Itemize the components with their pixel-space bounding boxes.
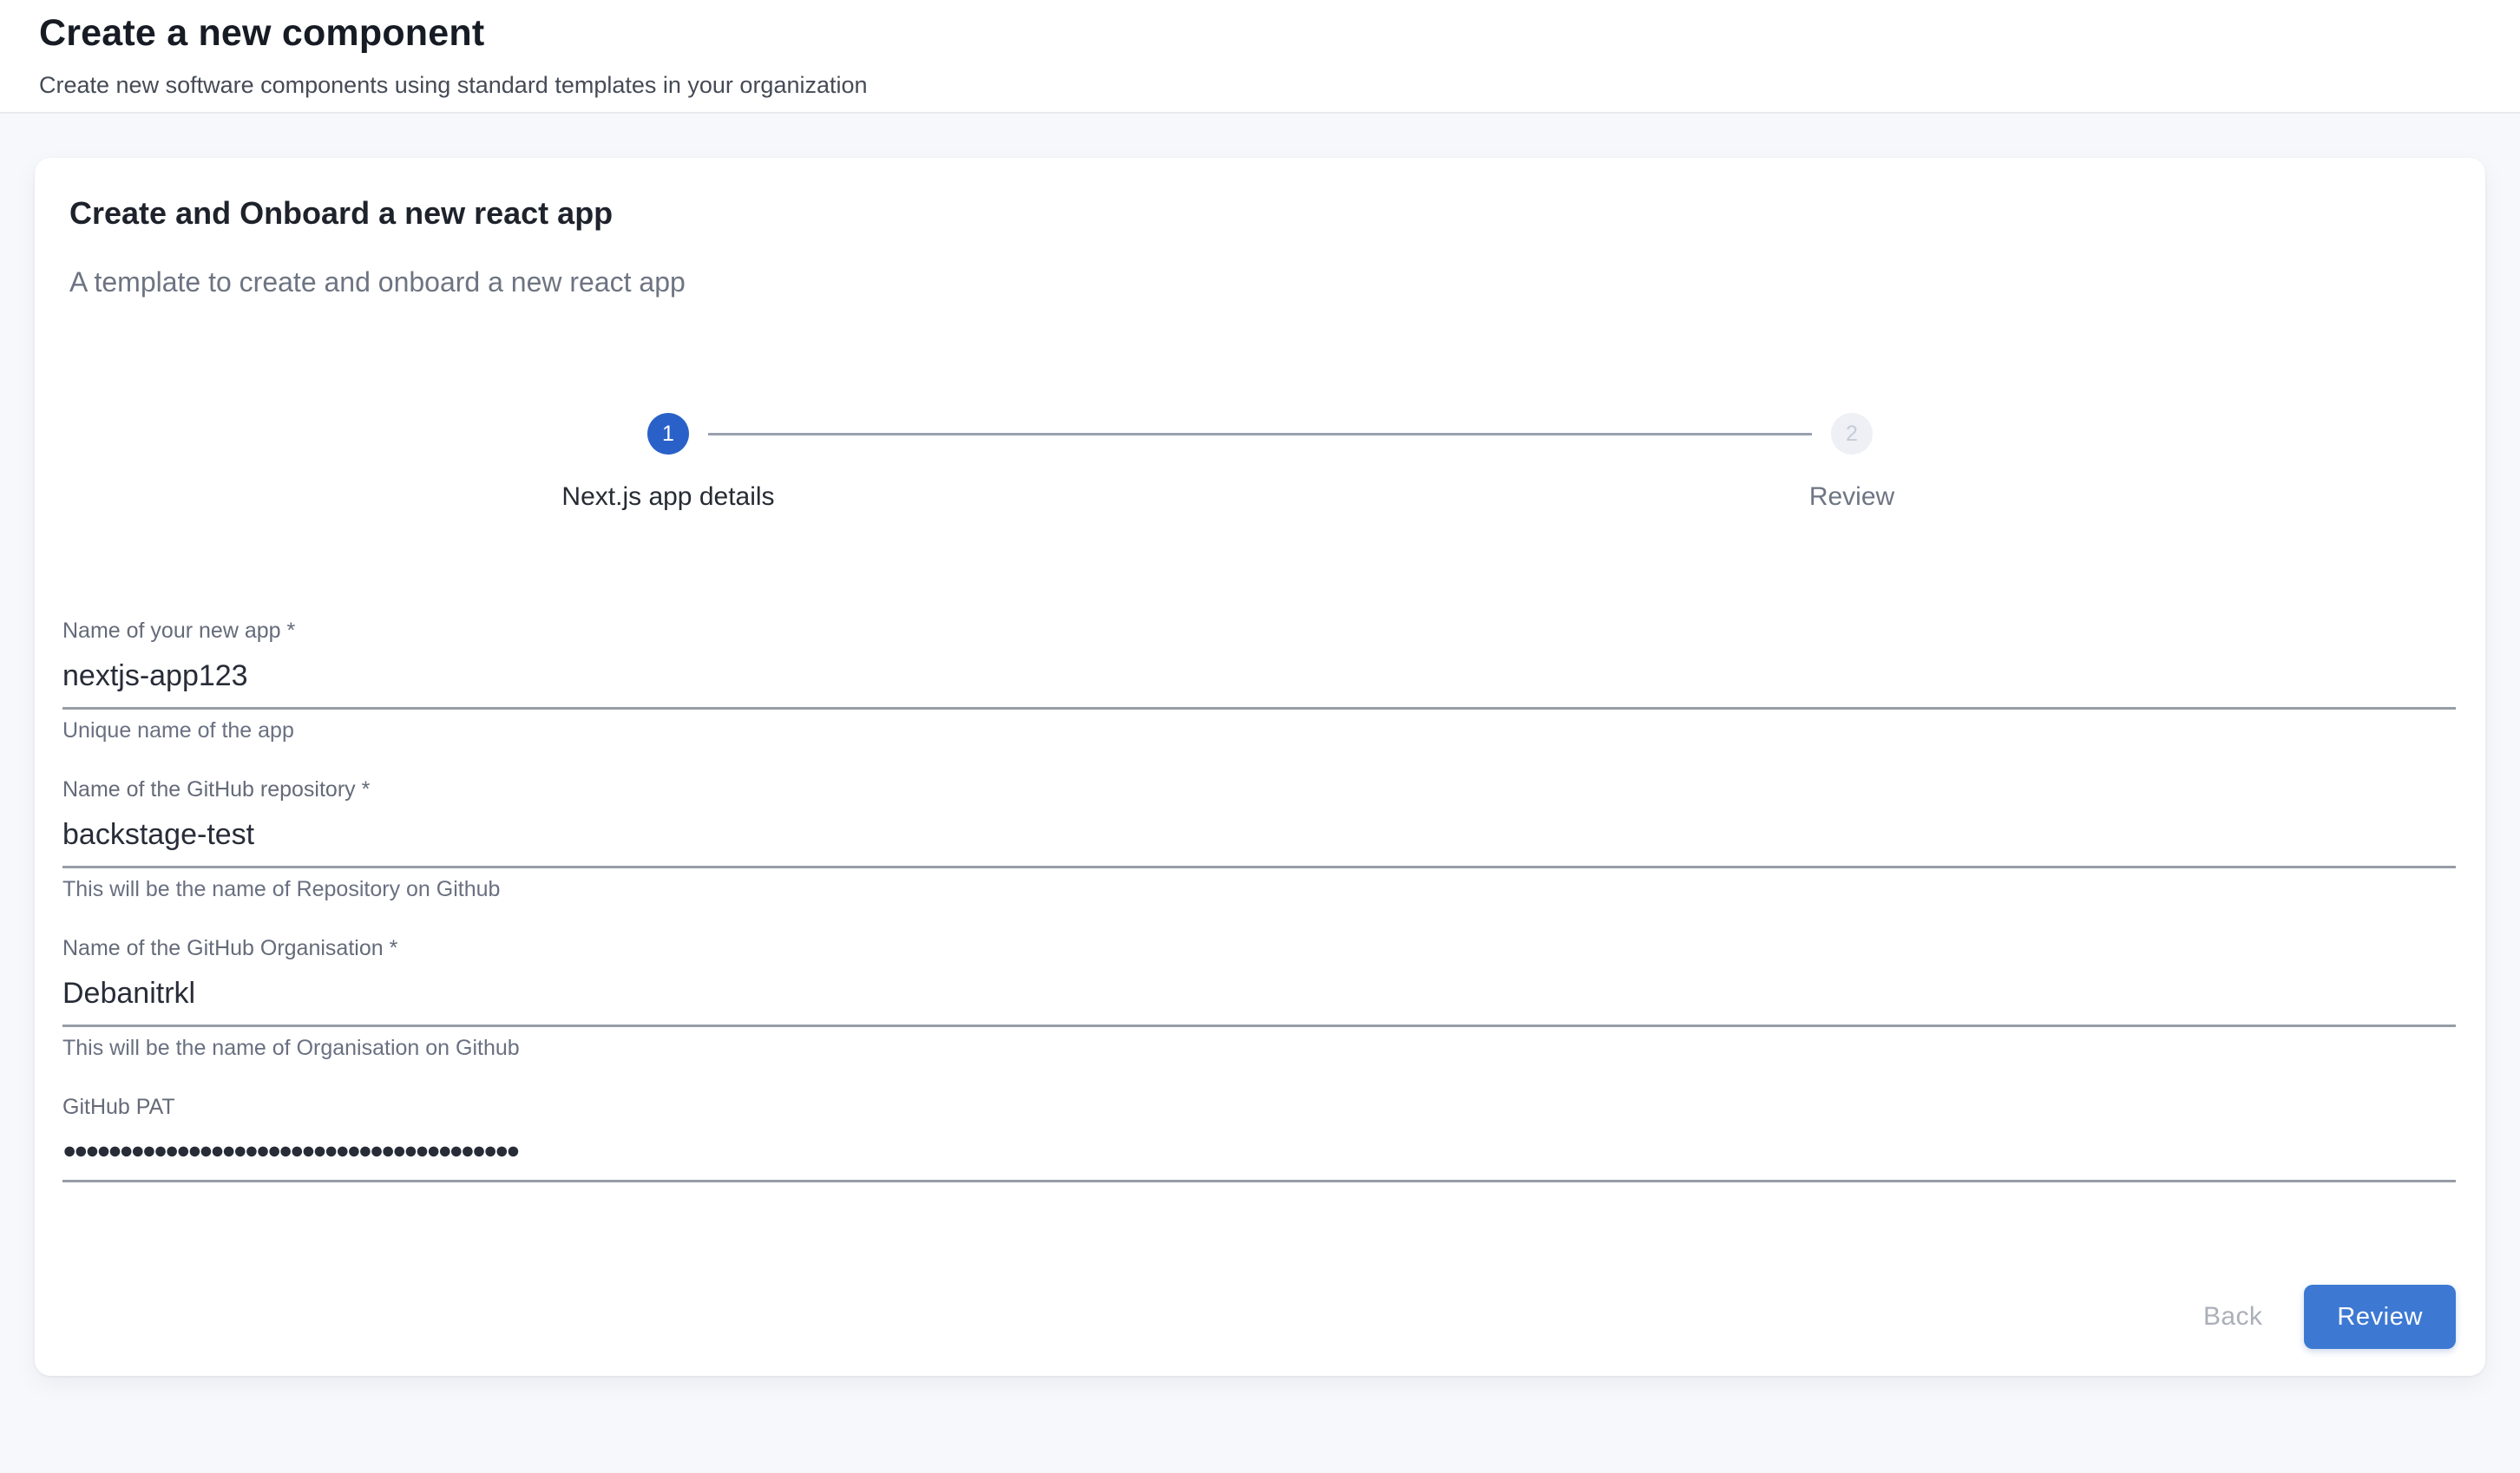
app-name-label: Name of your new app * [62, 619, 2456, 644]
page-subtitle: Create new software components using sta… [39, 72, 2481, 99]
review-button[interactable]: Review [2304, 1285, 2456, 1349]
step-1-indicator: 1 [647, 413, 689, 455]
app-name-helper: Unique name of the app [62, 718, 2456, 743]
step-review: 2 Review [1260, 413, 2444, 512]
form-actions: Back Review [64, 1285, 2456, 1349]
card-description: A template to create and onboard a new r… [69, 266, 2451, 298]
back-button[interactable]: Back [2182, 1292, 2283, 1342]
github-organisation-label: Name of the GitHub Organisation * [62, 936, 2456, 961]
github-organisation-input[interactable] [62, 966, 2456, 1027]
github-organisation-helper: This will be the name of Organisation on… [62, 1036, 2456, 1061]
app-name-input[interactable] [62, 649, 2456, 710]
github-repository-label: Name of the GitHub repository * [62, 777, 2456, 802]
stepper: 1 Next.js app details 2 Review [76, 413, 2444, 512]
github-pat-input[interactable] [62, 1125, 2456, 1182]
stepper-connector-line [708, 433, 1812, 435]
field-github-pat: GitHub PAT [62, 1095, 2456, 1182]
step-2-indicator: 2 [1831, 413, 1873, 455]
field-github-organisation: Name of the GitHub Organisation * This w… [62, 936, 2456, 1061]
scaffolder-form: Name of your new app * Unique name of th… [62, 619, 2456, 1182]
template-card: Create and Onboard a new react app A tem… [35, 158, 2485, 1376]
step-nextjs-app-details: 1 Next.js app details [76, 413, 1260, 512]
page-header: Create a new component Create new softwa… [0, 0, 2520, 114]
content-area: Create and Onboard a new react app A tem… [0, 114, 2520, 1376]
github-pat-label: GitHub PAT [62, 1095, 2456, 1120]
field-app-name: Name of your new app * Unique name of th… [62, 619, 2456, 743]
step-2-label: Review [1809, 482, 1894, 512]
field-github-repository: Name of the GitHub repository * This wil… [62, 777, 2456, 902]
step-2-number: 2 [1846, 422, 1858, 447]
card-title: Create and Onboard a new react app [69, 195, 2451, 232]
step-1-number: 1 [662, 422, 674, 447]
page-title: Create a new component [39, 12, 2481, 55]
github-repository-helper: This will be the name of Repository on G… [62, 877, 2456, 902]
step-1-label: Next.js app details [561, 482, 774, 512]
github-repository-input[interactable] [62, 808, 2456, 868]
